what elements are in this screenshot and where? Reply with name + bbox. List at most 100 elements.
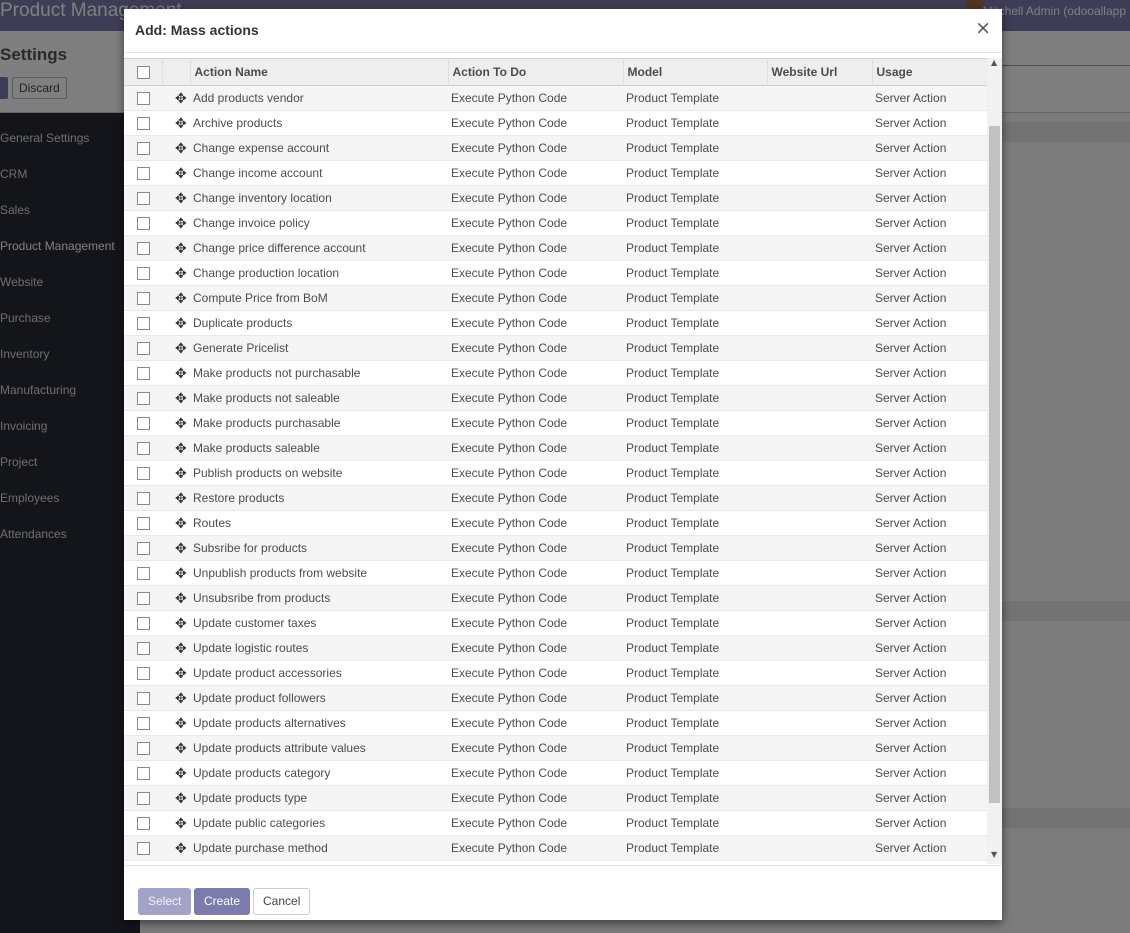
column-header-action-to-do[interactable]: Action To Do [448, 58, 624, 86]
website-url-cell[interactable] [767, 210, 872, 236]
drag-handle-icon[interactable]: ✥ [175, 241, 187, 255]
scroll-down-icon[interactable]: ▼ [991, 850, 997, 859]
drag-handle-icon[interactable]: ✥ [175, 166, 187, 180]
drag-handle-icon[interactable]: ✥ [175, 716, 187, 730]
row-checkbox[interactable] [137, 567, 150, 581]
drag-handle-icon[interactable]: ✥ [175, 816, 187, 830]
action-to-do-cell[interactable]: Execute Python Code [448, 685, 623, 711]
drag-handle-icon[interactable]: ✥ [175, 291, 187, 305]
action-name-cell[interactable]: Add products vendor [190, 85, 448, 111]
model-cell[interactable]: Product Template [623, 285, 767, 311]
row-checkbox[interactable] [137, 742, 150, 756]
model-cell[interactable]: Product Template [623, 360, 767, 386]
website-url-cell[interactable] [767, 760, 872, 786]
action-name-cell[interactable]: Duplicate products [190, 310, 448, 336]
action-to-do-cell[interactable]: Execute Python Code [448, 510, 623, 536]
usage-cell[interactable]: Server Action [872, 735, 987, 761]
action-to-do-cell[interactable]: Execute Python Code [448, 110, 623, 136]
action-to-do-cell[interactable]: Execute Python Code [448, 285, 623, 311]
website-url-cell[interactable] [767, 85, 872, 111]
action-name-cell[interactable]: Compute Price from BoM [190, 285, 448, 311]
action-name-cell[interactable]: Unsubsribe from products [190, 585, 448, 611]
action-name-cell[interactable]: Update logistic routes [190, 635, 448, 661]
usage-cell[interactable]: Server Action [872, 610, 987, 636]
model-cell[interactable]: Product Template [623, 135, 767, 161]
usage-cell[interactable]: Server Action [872, 560, 987, 586]
model-cell[interactable]: Product Template [623, 760, 767, 786]
website-url-cell[interactable] [767, 735, 872, 761]
table-row[interactable]: ✥ Make products not saleable Execute Pytho… [124, 385, 987, 411]
action-name-cell[interactable]: Restore products [190, 485, 448, 511]
action-to-do-cell[interactable]: Execute Python Code [448, 160, 623, 186]
action-to-do-cell[interactable]: Execute Python Code [448, 335, 623, 361]
action-name-cell[interactable]: Change invoice policy [190, 210, 448, 236]
table-row[interactable]: ✥ Make products purchasable Execute Python… [124, 410, 987, 436]
row-checkbox[interactable] [137, 117, 150, 131]
table-row[interactable]: ✥ Update purchase method Execute Python Co… [124, 835, 987, 861]
action-to-do-cell[interactable]: Execute Python Code [448, 785, 623, 811]
action-to-do-cell[interactable]: Execute Python Code [448, 235, 623, 261]
usage-cell[interactable]: Server Action [872, 485, 987, 511]
model-cell[interactable]: Product Template [623, 110, 767, 136]
table-row[interactable]: ✥ Change production location Execute Pytho… [124, 260, 987, 286]
usage-cell[interactable]: Server Action [872, 360, 987, 386]
drag-handle-icon[interactable]: ✥ [175, 141, 187, 155]
action-name-cell[interactable]: Change expense account [190, 135, 448, 161]
model-cell[interactable]: Product Template [623, 810, 767, 836]
table-row[interactable]: ✥ Publish products on website Execute Pyth… [124, 460, 987, 486]
drag-handle-icon[interactable]: ✥ [175, 416, 187, 430]
usage-cell[interactable]: Server Action [872, 260, 987, 286]
row-checkbox[interactable] [137, 392, 150, 406]
model-cell[interactable]: Product Template [623, 185, 767, 211]
action-name-cell[interactable]: Make products not saleable [190, 385, 448, 411]
usage-cell[interactable]: Server Action [872, 635, 987, 661]
table-row[interactable]: ✥ Update customer taxes Execute Python Cod… [124, 610, 987, 636]
usage-cell[interactable]: Server Action [872, 810, 987, 836]
row-checkbox[interactable] [137, 517, 150, 531]
usage-cell[interactable]: Server Action [872, 235, 987, 261]
drag-handle-icon[interactable]: ✥ [175, 216, 187, 230]
drag-handle-icon[interactable]: ✥ [175, 516, 187, 530]
website-url-cell[interactable] [767, 510, 872, 536]
row-checkbox[interactable] [137, 642, 150, 656]
column-header-action-name[interactable]: Action Name [190, 58, 449, 86]
drag-handle-icon[interactable]: ✥ [175, 116, 187, 130]
website-url-cell[interactable] [767, 635, 872, 661]
website-url-cell[interactable] [767, 810, 872, 836]
model-cell[interactable]: Product Template [623, 85, 767, 111]
website-url-cell[interactable] [767, 110, 872, 136]
scrollbar-thumb[interactable] [989, 126, 1000, 803]
model-cell[interactable]: Product Template [623, 460, 767, 486]
row-checkbox[interactable] [137, 842, 150, 856]
row-checkbox[interactable] [137, 417, 150, 431]
row-checkbox[interactable] [137, 292, 150, 306]
column-header-model[interactable]: Model [623, 58, 768, 86]
action-name-cell[interactable]: Generate Pricelist [190, 335, 448, 361]
usage-cell[interactable]: Server Action [872, 785, 987, 811]
action-name-cell[interactable]: Change production location [190, 260, 448, 286]
row-checkbox[interactable] [137, 792, 150, 806]
table-row[interactable]: ✥ Change expense account Execute Python Co… [124, 135, 987, 161]
drag-handle-icon[interactable]: ✥ [175, 466, 187, 480]
scrollbar[interactable]: ▲ ▼ [987, 58, 1002, 864]
table-row[interactable]: ✥ Change invoice policy Execute Python Cod… [124, 210, 987, 236]
action-to-do-cell[interactable]: Execute Python Code [448, 810, 623, 836]
model-cell[interactable]: Product Template [623, 310, 767, 336]
model-cell[interactable]: Product Template [623, 635, 767, 661]
usage-cell[interactable]: Server Action [872, 660, 987, 686]
website-url-cell[interactable] [767, 360, 872, 386]
model-cell[interactable]: Product Template [623, 560, 767, 586]
cancel-button[interactable]: Cancel [253, 888, 311, 915]
action-name-cell[interactable]: Update customer taxes [190, 610, 448, 636]
usage-cell[interactable]: Server Action [872, 410, 987, 436]
usage-cell[interactable]: Server Action [872, 685, 987, 711]
usage-cell[interactable]: Server Action [872, 210, 987, 236]
action-name-cell[interactable]: Change income account [190, 160, 448, 186]
drag-handle-icon[interactable]: ✥ [175, 391, 187, 405]
drag-handle-icon[interactable]: ✥ [175, 441, 187, 455]
table-row[interactable]: ✥ Change inventory location Execute Python… [124, 185, 987, 211]
usage-cell[interactable]: Server Action [872, 135, 987, 161]
website-url-cell[interactable] [767, 435, 872, 461]
action-name-cell[interactable]: Routes [190, 510, 448, 536]
table-row[interactable]: ✥ Update public categories Execute Python … [124, 810, 987, 836]
